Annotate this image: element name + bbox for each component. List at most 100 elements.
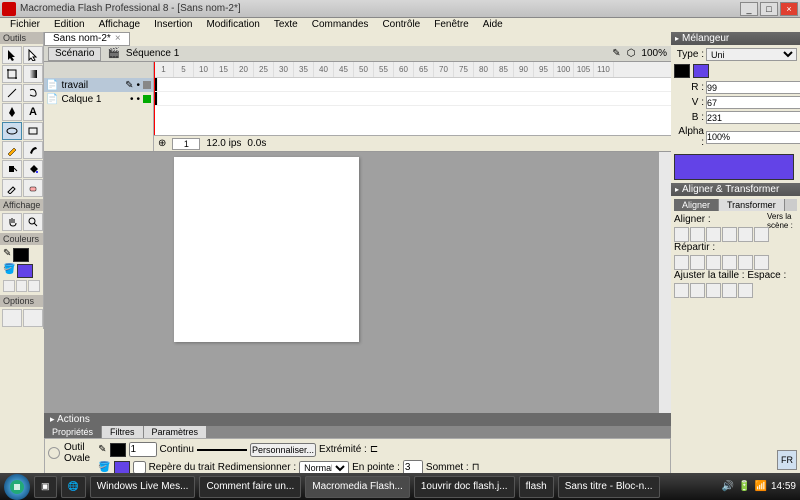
option-b[interactable]: [23, 309, 43, 327]
default-colors-button[interactable]: [3, 280, 15, 292]
prop-stroke-swatch[interactable]: [110, 443, 126, 457]
stage[interactable]: [44, 152, 671, 433]
tray-icon-2[interactable]: 🔋: [738, 481, 750, 492]
clock[interactable]: 14:59: [771, 481, 796, 492]
tab-aligner[interactable]: Aligner: [674, 199, 719, 211]
canvas[interactable]: [174, 157, 359, 342]
minimize-button[interactable]: _: [740, 2, 758, 16]
maximize-button[interactable]: □: [760, 2, 778, 16]
edit-symbol-icon[interactable]: ⬡: [627, 48, 636, 59]
pencil-tool[interactable]: [2, 141, 22, 159]
task-image[interactable]: 1ouvrir doc flash.j...: [414, 476, 515, 498]
dist-left[interactable]: [722, 255, 737, 270]
option-a[interactable]: [2, 309, 22, 327]
align-vcenter[interactable]: [738, 227, 753, 242]
match-w[interactable]: [674, 283, 689, 298]
dist-bottom[interactable]: [706, 255, 721, 270]
custom-button[interactable]: Personnaliser...: [250, 443, 316, 457]
menu-insertion[interactable]: Insertion: [148, 18, 198, 32]
zoom-value[interactable]: 100%: [641, 48, 667, 59]
tab-transformer[interactable]: Transformer: [719, 199, 785, 211]
pen-tool[interactable]: [2, 103, 22, 121]
menu-aide[interactable]: Aide: [477, 18, 509, 32]
space-h[interactable]: [738, 283, 753, 298]
task-notepad[interactable]: Sans titre - Bloc-n...: [558, 476, 660, 498]
doc-tab-close[interactable]: ×: [115, 33, 121, 45]
track-calque1[interactable]: [154, 92, 671, 106]
onion-icon[interactable]: ⊕: [158, 138, 166, 149]
align-left[interactable]: [674, 227, 689, 242]
rect-tool[interactable]: [23, 122, 43, 140]
tab-filtres[interactable]: Filtres: [102, 426, 144, 438]
join-icon[interactable]: ⊓: [472, 462, 480, 473]
selection-tool[interactable]: [2, 46, 22, 64]
menu-edition[interactable]: Edition: [48, 18, 91, 32]
tray-icon-1[interactable]: 🔊: [722, 481, 734, 492]
task-folder[interactable]: flash: [519, 476, 554, 498]
edit-scene-icon[interactable]: ✎: [612, 48, 620, 59]
dist-vcenter[interactable]: [690, 255, 705, 270]
actions-header[interactable]: ▸ Actions: [44, 413, 671, 426]
align-header[interactable]: Aligner & Transformer: [671, 183, 800, 196]
scenario-button[interactable]: Scénario: [48, 47, 101, 61]
free-transform-tool[interactable]: [2, 65, 22, 83]
subselect-tool[interactable]: [23, 46, 43, 64]
tab-proprietes[interactable]: Propriétés: [44, 426, 102, 438]
scrollbar-v[interactable]: [659, 152, 671, 421]
align-hcenter[interactable]: [690, 227, 705, 242]
fill-type-select[interactable]: Uni: [706, 48, 797, 61]
dist-right[interactable]: [754, 255, 769, 270]
task-wlm[interactable]: Windows Live Mes...: [90, 476, 196, 498]
match-h[interactable]: [690, 283, 705, 298]
bucket-tool[interactable]: [23, 160, 43, 178]
oval-tool[interactable]: [2, 122, 22, 140]
r-input[interactable]: [706, 81, 800, 94]
zoom-tool[interactable]: [23, 213, 43, 231]
b-input[interactable]: [706, 111, 800, 124]
doc-tab[interactable]: Sans nom-2* ×: [44, 32, 130, 46]
ink-tool[interactable]: [2, 160, 22, 178]
alpha-input[interactable]: [706, 131, 800, 144]
menu-fichier[interactable]: Fichier: [4, 18, 46, 32]
align-bottom[interactable]: [754, 227, 769, 242]
lasso-tool[interactable]: [23, 84, 43, 102]
task-flash[interactable]: Macromedia Flash...: [305, 476, 410, 498]
mixer-stroke-swatch[interactable]: [674, 64, 690, 78]
no-color-button[interactable]: [16, 280, 28, 292]
track-travail[interactable]: [154, 78, 671, 92]
fill-swatch[interactable]: [17, 264, 33, 278]
task-firefox[interactable]: Comment faire un...: [199, 476, 301, 498]
quick-launch-1[interactable]: ▣: [34, 476, 57, 498]
swap-colors-button[interactable]: [28, 280, 40, 292]
close-button[interactable]: ×: [780, 2, 798, 16]
dist-top[interactable]: [674, 255, 689, 270]
v-input[interactable]: [706, 96, 800, 109]
space-v[interactable]: [722, 283, 737, 298]
mixer-header[interactable]: Mélangeur: [671, 32, 800, 45]
tray-icon-3[interactable]: 📶: [755, 481, 767, 492]
current-frame[interactable]: [172, 138, 200, 150]
match-wh[interactable]: [706, 283, 721, 298]
tab-parametres[interactable]: Paramètres: [144, 426, 208, 438]
align-top[interactable]: [722, 227, 737, 242]
menu-modification[interactable]: Modification: [200, 18, 265, 32]
line-tool[interactable]: [2, 84, 22, 102]
menu-texte[interactable]: Texte: [268, 18, 304, 32]
menu-affichage[interactable]: Affichage: [93, 18, 147, 32]
cap-icon[interactable]: ⊏: [370, 444, 378, 455]
stroke-swatch[interactable]: [13, 248, 29, 262]
mixer-fill-swatch[interactable]: [693, 64, 709, 78]
menu-fenetre[interactable]: Fenêtre: [428, 18, 474, 32]
menu-controle[interactable]: Contrôle: [376, 18, 426, 32]
stroke-width[interactable]: [129, 442, 157, 457]
align-right[interactable]: [706, 227, 721, 242]
text-tool[interactable]: A: [23, 103, 43, 121]
hand-tool[interactable]: [2, 213, 22, 231]
brush-tool[interactable]: [23, 141, 43, 159]
layer-travail[interactable]: 📄 travail ✎•: [44, 78, 153, 92]
timeline-ruler[interactable]: 1 5 10 15 20 25 30 35 40 45 50 55 60 65 …: [154, 62, 671, 78]
eraser-tool[interactable]: [23, 179, 43, 197]
menu-commandes[interactable]: Commandes: [306, 18, 375, 32]
dist-hcenter[interactable]: [738, 255, 753, 270]
quick-launch-2[interactable]: 🌐: [61, 476, 86, 498]
